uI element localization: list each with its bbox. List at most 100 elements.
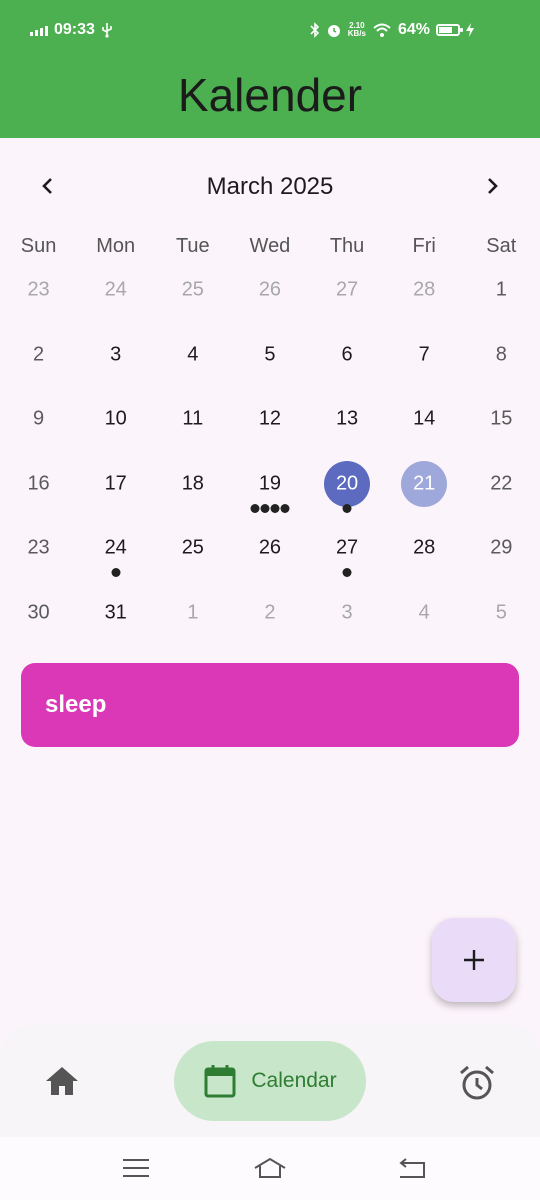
- day-number: 21: [413, 472, 436, 495]
- calendar-day[interactable]: 1: [154, 581, 231, 646]
- calendar-day[interactable]: 22: [463, 452, 540, 517]
- calendar-day[interactable]: 26: [231, 258, 308, 323]
- calendar-day[interactable]: 31: [77, 581, 154, 646]
- month-navigation: March 2025: [0, 162, 540, 210]
- calendar-day[interactable]: 13: [309, 387, 386, 452]
- calendar-day[interactable]: 3: [309, 581, 386, 646]
- event-dot: [280, 503, 290, 513]
- calendar-day[interactable]: 27: [309, 258, 386, 323]
- day-number: 22: [490, 472, 513, 495]
- event-title: sleep: [45, 691, 107, 718]
- calendar-day[interactable]: 5: [463, 581, 540, 646]
- day-number: 17: [104, 472, 127, 495]
- event-card[interactable]: sleep: [21, 663, 519, 747]
- calendar-day[interactable]: 28: [386, 258, 463, 323]
- calendar-icon: [204, 1065, 236, 1098]
- calendar-day[interactable]: 23: [0, 516, 77, 581]
- calendar-week-row: 16 17 18 19 20 21 22: [0, 452, 540, 517]
- calendar-day[interactable]: 30: [0, 581, 77, 646]
- calendar-day[interactable]: 12: [231, 387, 308, 452]
- recent-apps-button[interactable]: [119, 1153, 153, 1183]
- signal-icon: [30, 24, 48, 36]
- weekday-label: Wed: [249, 235, 291, 257]
- usb-icon: [102, 23, 112, 38]
- calendar-day[interactable]: 9: [0, 387, 77, 452]
- nav-alarm[interactable]: [455, 1061, 499, 1105]
- weekday-label: Sun: [20, 235, 57, 257]
- calendar-day[interactable]: 5: [231, 323, 308, 388]
- home-icon: [46, 1067, 78, 1095]
- calendar-day[interactable]: 3: [77, 323, 154, 388]
- day-number: 2: [264, 601, 276, 624]
- day-number: 9: [33, 407, 45, 430]
- day-number: 10: [104, 407, 127, 430]
- day-number: 3: [341, 601, 353, 624]
- status-time: 09:33: [54, 21, 95, 38]
- calendar-day[interactable]: 18: [154, 452, 231, 517]
- calendar-day[interactable]: 7: [386, 323, 463, 388]
- calendar-day[interactable]: 29: [463, 516, 540, 581]
- calendar-day[interactable]: 2: [231, 581, 308, 646]
- calendar-day[interactable]: 25: [154, 516, 231, 581]
- alarm-clock-icon: [460, 1065, 494, 1100]
- status-bar: 09:33 2.10 KB/s 64%: [0, 0, 540, 62]
- calendar-day[interactable]: 11: [154, 387, 231, 452]
- calendar-day[interactable]: 2: [0, 323, 77, 388]
- nav-home[interactable]: [40, 1061, 84, 1101]
- calendar-day[interactable]: 16: [0, 452, 77, 517]
- weekday-label: Mon: [96, 235, 136, 257]
- back-button[interactable]: [394, 1153, 428, 1183]
- calendar-day[interactable]: 14: [386, 387, 463, 452]
- month-label: March 2025: [206, 173, 334, 200]
- day-number: 5: [495, 601, 507, 624]
- calendar-day[interactable]: 17: [77, 452, 154, 517]
- calendar-day[interactable]: 4: [386, 581, 463, 646]
- weekday-label: Sat: [486, 235, 517, 257]
- day-number: 6: [341, 343, 353, 366]
- status-bar-right: 2.10 KB/s 64%: [310, 21, 474, 39]
- event-dot: [111, 568, 121, 578]
- calendar-day[interactable]: 24: [77, 516, 154, 581]
- next-month-button[interactable]: [478, 172, 506, 200]
- calendar-week-row: 2 3 4 5 6 7 8: [0, 323, 540, 388]
- calendar-day[interactable]: 8: [463, 323, 540, 388]
- day-number: 24: [104, 536, 127, 559]
- event-dot: [342, 503, 352, 513]
- status-bar-left: 09:33: [30, 21, 113, 39]
- nav-calendar[interactable]: Calendar: [174, 1041, 366, 1121]
- app-header: 09:33 2.10 KB/s 64% Kalender: [0, 0, 540, 138]
- calendar-day[interactable]: 10: [77, 387, 154, 452]
- event-markers: [342, 568, 352, 578]
- net-speed-unit: KB/s: [347, 29, 366, 38]
- nav-calendar-label: Calendar: [251, 1069, 337, 1092]
- calendar-day[interactable]: 23: [0, 258, 77, 323]
- calendar-day[interactable]: 27: [309, 516, 386, 581]
- calendar-day[interactable]: 24: [77, 258, 154, 323]
- calendar-week-row: 30 31 1 2 3 4 5: [0, 581, 540, 646]
- calendar-day[interactable]: 6: [309, 323, 386, 388]
- calendar-week-row: 23 24 25 26 27 28 1: [0, 258, 540, 323]
- battery-percent: 64%: [397, 21, 430, 38]
- calendar-day[interactable]: 19: [231, 452, 308, 517]
- calendar-day[interactable]: 25: [154, 258, 231, 323]
- event-dot: [260, 503, 270, 513]
- day-number: 20: [335, 472, 359, 495]
- calendar-day[interactable]: 4: [154, 323, 231, 388]
- calendar-day[interactable]: 1: [463, 258, 540, 323]
- calendar-day[interactable]: 15: [463, 387, 540, 452]
- day-number: 11: [182, 407, 204, 430]
- home-outline-icon: [254, 1157, 286, 1178]
- event-markers: [342, 503, 352, 513]
- day-number: 4: [418, 601, 430, 624]
- calendar-day-today[interactable]: 21: [386, 452, 463, 517]
- home-system-button[interactable]: [253, 1153, 287, 1183]
- battery-icon: [436, 24, 463, 36]
- event-markers: [250, 503, 290, 513]
- calendar-day[interactable]: 26: [231, 516, 308, 581]
- day-number: 26: [258, 278, 282, 301]
- calendar-day[interactable]: 28: [386, 516, 463, 581]
- calendar-day-selected[interactable]: 20: [309, 452, 386, 517]
- add-event-button[interactable]: [432, 918, 516, 1002]
- day-number: 2: [33, 343, 45, 366]
- calendar-week-row: 9 10 11 12 13 14 15: [0, 387, 540, 452]
